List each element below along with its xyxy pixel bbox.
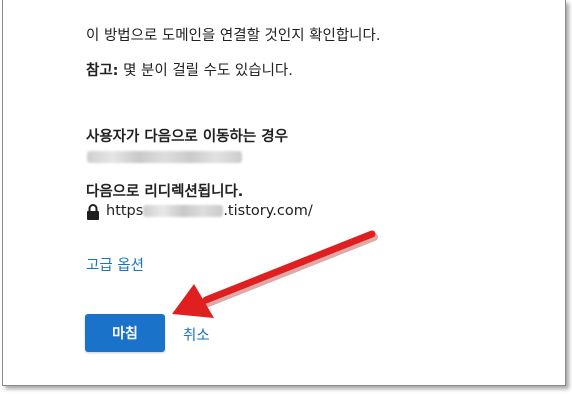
annotation-arrow [172,230,378,318]
